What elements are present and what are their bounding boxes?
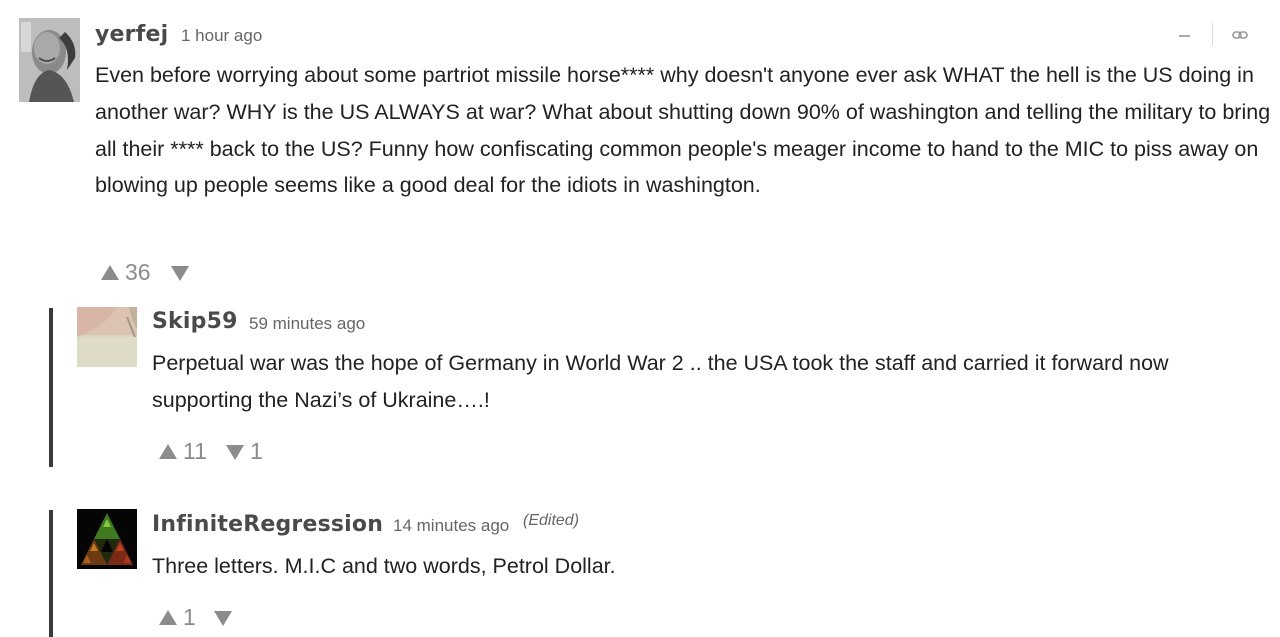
downvote-icon[interactable] bbox=[226, 445, 244, 460]
comment-author[interactable]: InfiniteRegression bbox=[152, 512, 383, 537]
downvote-count: 1 bbox=[250, 438, 263, 464]
comment-timestamp[interactable]: 14 minutes ago bbox=[393, 516, 509, 536]
comment-yerfej: yerfej 1 hour ago Even before worrying a… bbox=[0, 0, 1280, 290]
upvote-icon[interactable] bbox=[159, 610, 177, 625]
upvote-count: 11 bbox=[183, 438, 207, 464]
comment-body: Even before worrying about some partriot… bbox=[95, 63, 1271, 198]
comment-author[interactable]: Skip59 bbox=[152, 309, 238, 334]
comment-body: Perpetual war was the hope of Germany in… bbox=[152, 351, 1169, 412]
avatar[interactable] bbox=[19, 18, 80, 102]
downvote-icon[interactable] bbox=[214, 611, 232, 626]
comment-thread: yerfej 1 hour ago Even before worrying a… bbox=[0, 0, 1280, 637]
controls-divider bbox=[1212, 23, 1213, 45]
vote-controls: 1 bbox=[158, 604, 278, 632]
reply-thread-line bbox=[49, 308, 53, 467]
reply-thread-line bbox=[49, 510, 53, 637]
upvote-icon[interactable] bbox=[101, 265, 119, 280]
comment-skip59: Skip59 59 minutes ago Perpetual war was … bbox=[0, 290, 1280, 470]
downvote-icon[interactable] bbox=[171, 266, 189, 281]
comment-body: Three letters. M.I.C and two words, Petr… bbox=[152, 554, 616, 578]
vote-controls: 36 bbox=[100, 259, 220, 287]
edited-indicator: (Edited) bbox=[523, 512, 580, 529]
comment-infiniteregression: InfiniteRegression 14 minutes ago (Edite… bbox=[0, 470, 1280, 637]
avatar[interactable] bbox=[77, 307, 137, 367]
avatar[interactable] bbox=[77, 509, 137, 569]
upvote-icon[interactable] bbox=[159, 444, 177, 459]
comment-controls bbox=[1170, 20, 1260, 50]
vote-controls: 11 1 bbox=[158, 438, 298, 466]
comment-timestamp[interactable]: 59 minutes ago bbox=[249, 314, 365, 334]
comment-timestamp[interactable]: 1 hour ago bbox=[181, 26, 262, 46]
minimize-icon[interactable] bbox=[1179, 35, 1190, 37]
comment-author[interactable]: yerfej bbox=[95, 22, 168, 47]
upvote-count: 36 bbox=[125, 259, 151, 285]
upvote-count: 1 bbox=[183, 604, 196, 630]
link-icon[interactable] bbox=[1232, 28, 1248, 46]
